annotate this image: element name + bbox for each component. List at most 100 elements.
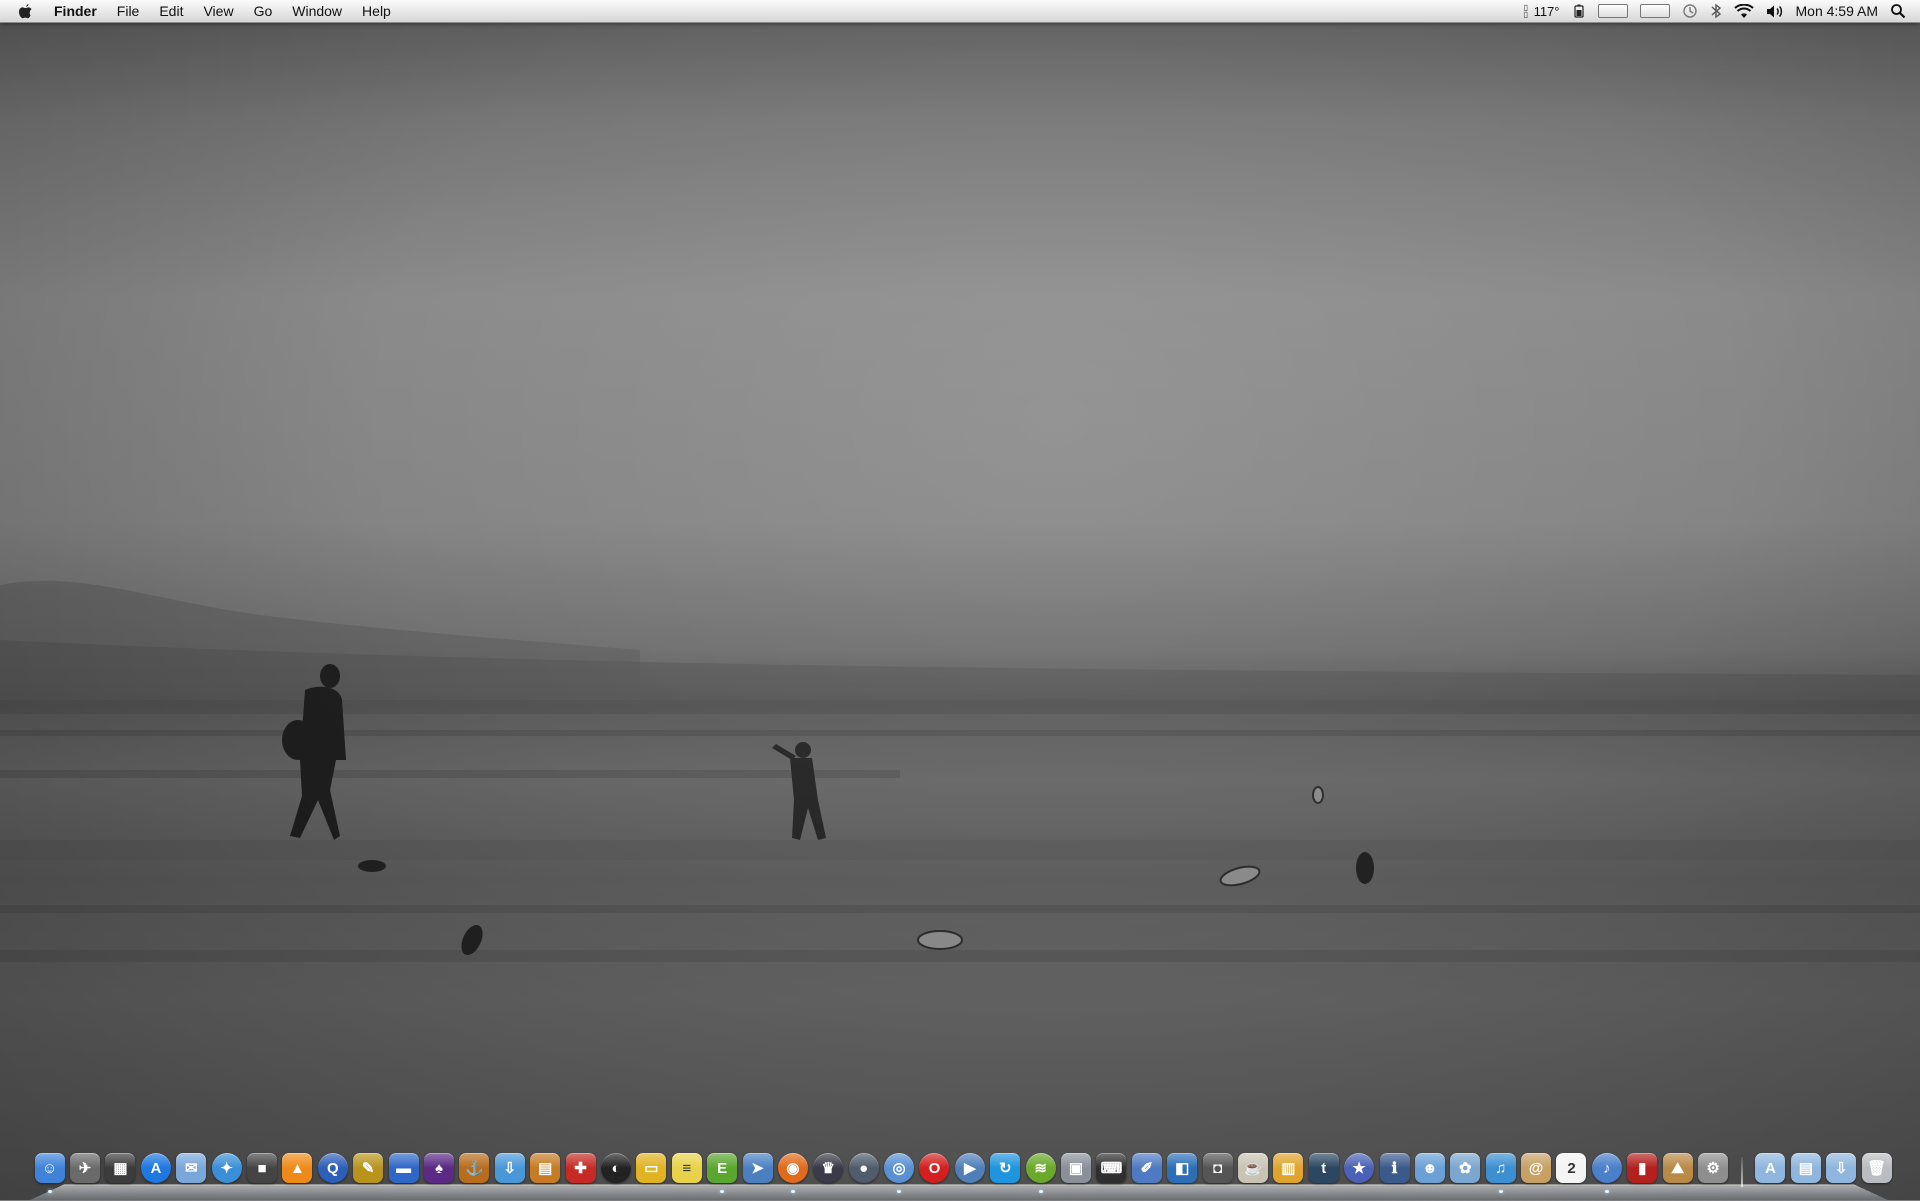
dock-stacks: A ▤ ⇩ 🗑 — [1753, 1153, 1895, 1193]
dock-item-sparrow[interactable]: ➤ — [740, 1153, 775, 1193]
color-app-icon: ▥ — [1273, 1153, 1304, 1183]
dock-item-contrast-app[interactable]: ◧ — [1165, 1153, 1200, 1193]
dock-item-alfred[interactable]: ♛ — [811, 1153, 846, 1193]
vlc-icon: ▲ — [282, 1153, 313, 1183]
launchpad-icon: ✈ — [70, 1153, 101, 1183]
dock-item-firefox[interactable]: ◉ — [775, 1153, 810, 1193]
dock-item-adium[interactable]: ☻ — [1412, 1153, 1447, 1193]
preview-icon: ▣ — [1061, 1153, 1092, 1183]
dock-item-system-preferences[interactable]: ⚙ — [1695, 1153, 1730, 1193]
dock-item-instastats[interactable]: ℹ — [1377, 1153, 1412, 1193]
time-machine-icon[interactable] — [1682, 3, 1698, 19]
dock-item-documents-folder[interactable]: ▤ — [1788, 1153, 1823, 1193]
dock-item-applications-folder[interactable]: A — [1753, 1153, 1788, 1193]
dock-item-photo-booth[interactable]: ▮ — [1625, 1153, 1660, 1193]
dock-item-sync-app[interactable]: ⚓ — [457, 1153, 492, 1193]
dock-item-mail[interactable]: ✉ — [174, 1153, 209, 1193]
dock-item-star-app[interactable]: ★ — [1341, 1153, 1376, 1193]
itunes-icon: ♪ — [1591, 1153, 1622, 1183]
running-indicator — [1604, 1190, 1609, 1193]
dock-item-opera[interactable]: O — [917, 1153, 952, 1193]
dock-item-feather-app[interactable]: ✎ — [351, 1153, 386, 1193]
dock-item-app-store[interactable]: A — [138, 1153, 173, 1193]
desktop-wallpaper — [0, 0, 1920, 1200]
opera-icon: O — [919, 1153, 950, 1183]
trash-icon: 🗑 — [1861, 1153, 1892, 1183]
dock-item-trash[interactable]: 🗑 — [1859, 1153, 1894, 1193]
menu-window[interactable]: Window — [292, 0, 342, 22]
dock-item-color-app[interactable]: ▥ — [1271, 1153, 1306, 1193]
menu-file[interactable]: File — [117, 0, 140, 22]
sidebar-app-icon: ▬ — [388, 1153, 419, 1183]
menu-help[interactable]: Help — [362, 0, 391, 22]
menu-go[interactable]: Go — [254, 0, 273, 22]
mission-control-icon: ▦ — [105, 1153, 136, 1183]
downloader-icon: ⇩ — [494, 1153, 525, 1183]
memory-meter-icon[interactable] — [1639, 4, 1670, 18]
apple-menu-icon[interactable] — [18, 2, 34, 20]
wifi-icon[interactable] — [1733, 3, 1754, 19]
photo-booth-icon: ▮ — [1627, 1153, 1658, 1183]
dock-item-player[interactable]: ▶ — [952, 1153, 987, 1193]
dock-item-finder[interactable]: ☺ — [32, 1153, 67, 1193]
menu-app-finder[interactable]: Finder — [54, 0, 97, 22]
menu-view[interactable]: View — [203, 0, 233, 22]
dock-item-copy-box[interactable]: ▭ — [634, 1153, 669, 1193]
iphoto-icon: ⛰ — [1662, 1153, 1693, 1183]
dock-item-itunes[interactable]: ♪ — [1589, 1153, 1624, 1193]
bluetooth-icon[interactable] — [1710, 3, 1722, 19]
dock-item-sync-blue[interactable]: ↻ — [988, 1153, 1023, 1193]
dock-item-vlc[interactable]: ▲ — [280, 1153, 315, 1193]
dock-item-mission-control[interactable]: ▦ — [103, 1153, 138, 1193]
dock-item-time-app[interactable]: ◐ — [598, 1153, 633, 1193]
dock-item-archive-app[interactable]: ▤ — [527, 1153, 562, 1193]
volume-icon[interactable] — [1766, 4, 1784, 19]
safari-icon: ✦ — [211, 1153, 242, 1183]
star-app-icon: ★ — [1344, 1153, 1375, 1183]
battery-icon[interactable] — [1572, 4, 1586, 18]
dock-item-spotify[interactable]: ≋ — [1023, 1153, 1058, 1193]
instastats-icon: ℹ — [1379, 1153, 1410, 1183]
dock-item-calendar[interactable]: 2 — [1554, 1153, 1589, 1193]
dock-item-script-app[interactable]: ✐ — [1129, 1153, 1164, 1193]
dock-item-preview[interactable]: ▣ — [1058, 1153, 1093, 1193]
dock-item-contacts[interactable]: @ — [1518, 1153, 1553, 1193]
dock-item-steam[interactable]: ● — [846, 1153, 881, 1193]
dock-item-quicktime[interactable]: Q — [315, 1153, 350, 1193]
dock-item-camera-app[interactable]: ◘ — [1200, 1153, 1235, 1193]
dock-item-terminal-app[interactable]: ⌨ — [1094, 1153, 1129, 1193]
spotify-icon: ≋ — [1025, 1153, 1056, 1183]
menu-edit[interactable]: Edit — [159, 0, 183, 22]
system-preferences-icon: ⚙ — [1698, 1153, 1729, 1183]
dock-item-safari[interactable]: ✦ — [209, 1153, 244, 1193]
dock-item-downloader[interactable]: ⇩ — [492, 1153, 527, 1193]
temperature-status[interactable]: ▯ ▯ 117° — [1524, 4, 1560, 19]
menu-bar: Finder File Edit View Go Window Help ▯ ▯ … — [0, 0, 1920, 23]
dock-item-chrome[interactable]: ◎ — [881, 1153, 916, 1193]
temperature-icon: ▯ ▯ — [1523, 3, 1528, 19]
spotlight-icon[interactable] — [1890, 3, 1906, 19]
dock-item-stickies[interactable]: ≡ — [669, 1153, 704, 1193]
script-app-icon: ✐ — [1131, 1153, 1162, 1183]
dock-item-wizard-app[interactable]: ♠ — [421, 1153, 456, 1193]
dock-item-tumblr[interactable]: t — [1306, 1153, 1341, 1193]
dock-item-toolbox-app[interactable]: ✚ — [563, 1153, 598, 1193]
dock-item-evernote[interactable]: E — [704, 1153, 739, 1193]
terminal-app-icon: ⌨ — [1096, 1153, 1127, 1183]
dock-item-sidebar-app[interactable]: ▬ — [386, 1153, 421, 1193]
dock-item-twitter[interactable]: ♫ — [1483, 1153, 1518, 1193]
dock-item-photo-app[interactable]: ✿ — [1448, 1153, 1483, 1193]
running-indicator — [897, 1190, 902, 1193]
contacts-icon: @ — [1521, 1153, 1552, 1183]
dock-item-facetime[interactable]: ■ — [244, 1153, 279, 1193]
temperature-value: 117° — [1533, 3, 1560, 19]
dock-item-iphoto[interactable]: ⛰ — [1660, 1153, 1695, 1193]
facetime-icon: ■ — [247, 1153, 278, 1183]
dock-item-coffee-app[interactable]: ☕ — [1235, 1153, 1270, 1193]
menubar-clock[interactable]: Mon 4:59 AM — [1796, 3, 1879, 19]
dock-item-launchpad[interactable]: ✈ — [67, 1153, 102, 1193]
dock-item-downloads-folder[interactable]: ⇩ — [1824, 1153, 1859, 1193]
running-indicator — [720, 1190, 725, 1193]
running-indicator — [47, 1190, 52, 1193]
cpu-meter-icon[interactable] — [1597, 4, 1628, 18]
